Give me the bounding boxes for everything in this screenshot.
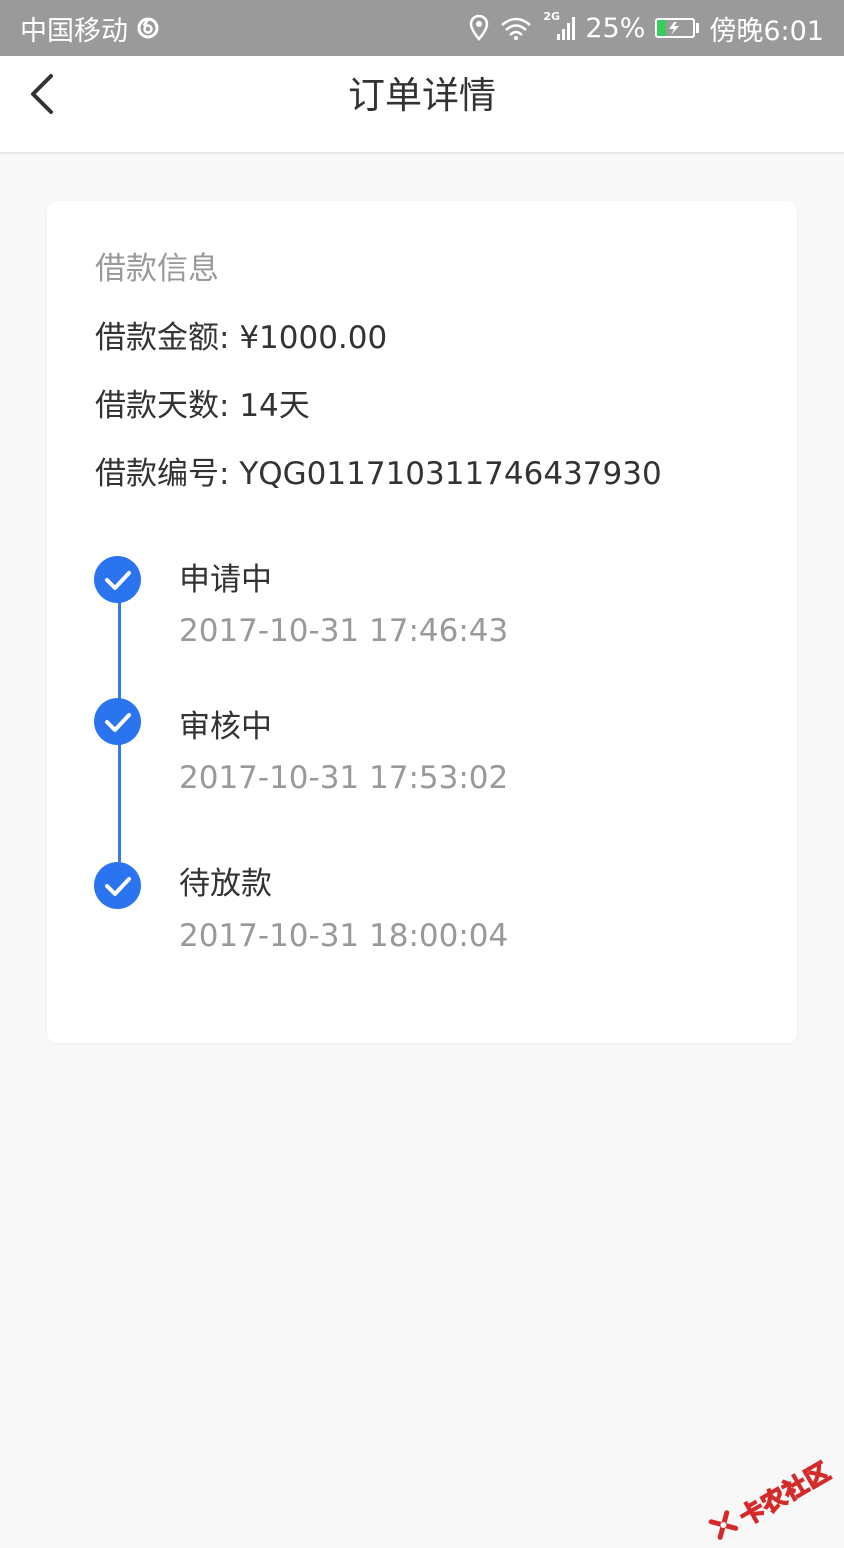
section-title: 借款信息 [95,251,219,287]
loan-amount-row: 借款金额: ¥1000.00 [95,318,387,358]
loan-id-label: 借款编号: [95,456,230,492]
step-check-icon [94,556,141,603]
loan-days-label: 借款天数: [95,388,230,424]
loan-amount-label: 借款金额: [95,320,230,356]
battery-percent: 25% [585,12,646,44]
location-icon [469,14,489,42]
loan-days-row: 借款天数: 14天 [95,386,310,426]
loan-info-card: 借款信息 借款金额: ¥1000.00 借款天数: 14天 借款编号: YQG0… [47,201,797,1043]
step-label: 审核中 [179,709,272,745]
step-label: 待放款 [179,866,272,902]
loan-amount-value: ¥1000.00 [239,320,388,356]
step-time: 2017-10-31 17:53:02 [179,760,509,796]
battery-body [655,18,696,38]
step-time: 2017-10-31 17:46:43 [179,613,509,649]
step-check-icon [94,698,141,745]
step-label: 申请中 [179,562,272,598]
page-title: 订单详情 [348,74,496,117]
battery-tip [696,23,700,33]
loan-days-value: 14天 [239,388,310,424]
status-left: 中国移动 [20,9,160,48]
netease-icon [136,16,160,40]
loan-id-value: YQG011710311746437930 [239,456,662,492]
carrier-name: 中国移动 [20,15,128,47]
status-bar: 中国移动 2G 25% 傍晚6:01 [0,0,844,56]
signal-icon: 2G [543,10,576,42]
battery-icon [655,18,700,38]
loan-id-row: 借款编号: YQG011710311746437930 [95,454,662,494]
step-time: 2017-10-31 18:00:04 [179,918,509,954]
step-check-icon [94,862,141,909]
status-right: 2G 25% 傍晚6:01 [469,9,824,48]
clock: 傍晚6:01 [709,15,824,47]
watermark-text: 卡农社区 [734,1456,836,1532]
wifi-icon [499,15,533,41]
nav-bar: 订单详情 [0,56,844,154]
